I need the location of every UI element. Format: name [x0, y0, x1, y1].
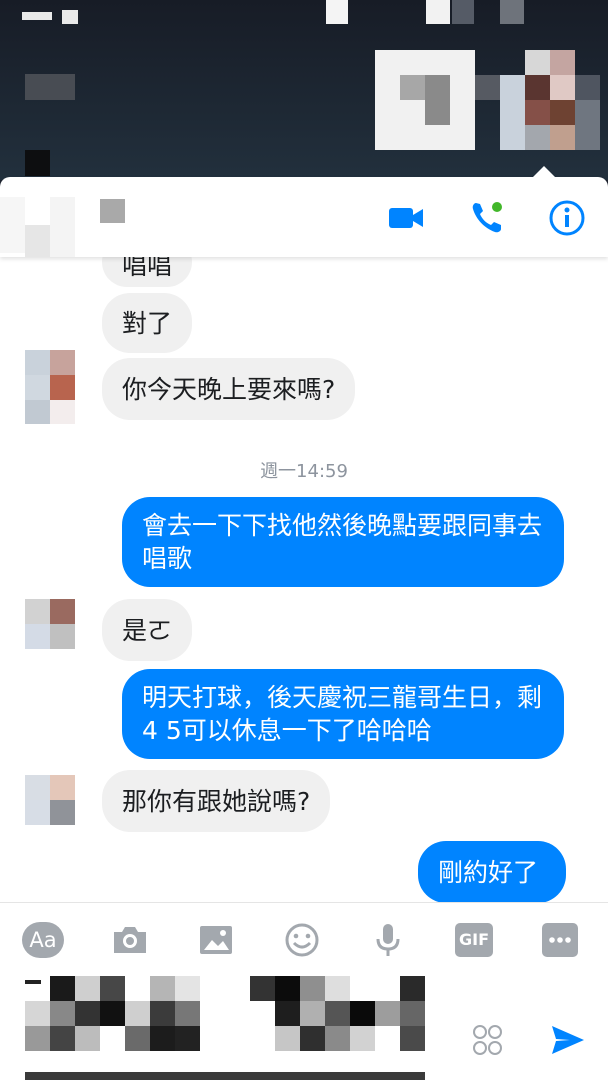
- popover-pointer: [532, 166, 556, 178]
- message-timestamp: 週一14:59: [260, 461, 348, 482]
- message-text: 明天打球，後天慶祝三龍哥生日，剩4 5可以休息一下了哈哈哈: [142, 683, 543, 745]
- message-input-redacted[interactable]: [0, 972, 440, 1080]
- message-sent[interactable]: 明天打球，後天慶祝三龍哥生日，剩4 5可以休息一下了哈哈哈: [122, 669, 564, 759]
- message-text: 剛約好了: [438, 858, 539, 887]
- stickers-icon[interactable]: [470, 1022, 506, 1058]
- video-camera-icon[interactable]: [386, 198, 426, 238]
- message-received[interactable]: 你今天晚上要來嗎?: [102, 358, 356, 420]
- gif-button[interactable]: GIF: [455, 923, 493, 957]
- text-format-button[interactable]: Aa: [22, 922, 64, 958]
- more-icon[interactable]: [542, 923, 578, 957]
- message-text: 那你有跟她說嗎?: [122, 787, 311, 816]
- message-text: 唱唱: [122, 257, 173, 280]
- camera-icon[interactable]: [110, 920, 150, 960]
- aa-label: Aa: [29, 928, 57, 952]
- message-text: 是ㄛ: [122, 616, 173, 645]
- message-received[interactable]: 是ㄛ: [102, 599, 193, 661]
- microphone-icon[interactable]: [368, 920, 408, 960]
- contact-name-redacted: [100, 199, 125, 223]
- avatar[interactable]: [25, 599, 75, 649]
- message-text: 對了: [122, 309, 173, 338]
- gif-label: GIF: [458, 930, 489, 949]
- avatar[interactable]: [25, 350, 75, 424]
- message-received[interactable]: 那你有跟她說嗎?: [102, 770, 331, 832]
- status-bar-area: [0, 0, 608, 180]
- message-text: 你今天晚上要來嗎?: [122, 375, 336, 404]
- phone-icon[interactable]: [467, 198, 507, 238]
- message-text: 會去一下下找他然後晚點要跟同事去唱歌: [142, 511, 543, 573]
- chat-header: [0, 177, 608, 257]
- message-received[interactable]: 唱唱: [102, 257, 193, 287]
- avatar[interactable]: [25, 775, 75, 825]
- image-icon[interactable]: [196, 920, 236, 960]
- message-sent[interactable]: 會去一下下找他然後晚點要跟同事去唱歌: [122, 497, 564, 587]
- emoji-icon[interactable]: [282, 920, 322, 960]
- send-icon[interactable]: [548, 1020, 588, 1060]
- message-sent[interactable]: 剛約好了: [418, 841, 566, 902]
- info-icon[interactable]: [547, 198, 587, 238]
- message-received[interactable]: 對了: [102, 293, 193, 353]
- message-list[interactable]: 唱唱 對了 你今天晚上要來嗎? 週一14:59 會去一下下找他然後晚點要跟同事去…: [0, 257, 608, 902]
